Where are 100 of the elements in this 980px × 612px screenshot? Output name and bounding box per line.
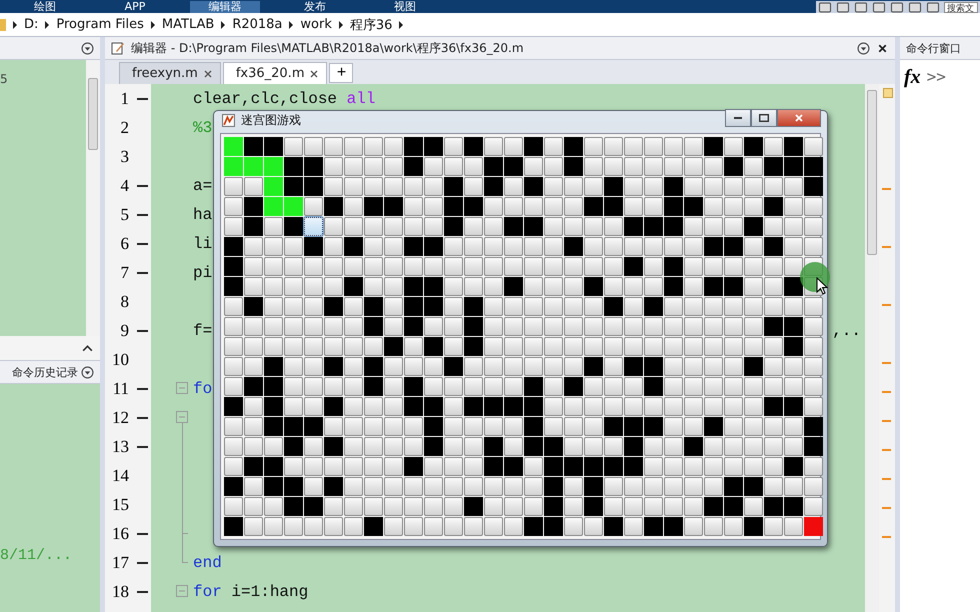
- breakpoint-dash[interactable]: [137, 184, 148, 186]
- warning-marker: [882, 507, 891, 509]
- status-indicator: [883, 88, 893, 98]
- toolbar-icon[interactable]: [908, 2, 922, 13]
- line-number: 8: [120, 292, 129, 312]
- ribbon-tab[interactable]: 编辑器: [190, 1, 260, 13]
- ribbon-tab[interactable]: APP: [100, 1, 170, 13]
- code-line: for i=1:hang: [193, 582, 308, 600]
- fold-icon[interactable]: [176, 382, 188, 394]
- file-name-text: 5: [0, 72, 8, 88]
- breakpoint-dash[interactable]: [137, 272, 148, 274]
- line-number: 16: [111, 524, 129, 544]
- maximize-button[interactable]: [751, 109, 777, 127]
- line-number: 1: [120, 88, 129, 108]
- file-tab[interactable]: fx36_20.m: [222, 62, 328, 84]
- line-number: 3: [120, 146, 129, 166]
- breakpoint-dash[interactable]: [137, 388, 148, 390]
- warning-marker: [882, 536, 891, 538]
- breakpoint-dash[interactable]: [137, 532, 148, 534]
- path-segment[interactable]: Program Files: [56, 17, 144, 32]
- warning-marker: [882, 304, 891, 306]
- toolbar-icon[interactable]: [926, 2, 940, 13]
- line-number: 17: [111, 552, 129, 572]
- line-number: 2: [120, 118, 129, 138]
- code-line: pi: [193, 264, 212, 282]
- path-segment[interactable]: R2018a: [232, 17, 282, 32]
- ribbon-tab[interactable]: 视图: [370, 1, 440, 13]
- dropdown-icon[interactable]: [81, 366, 94, 378]
- breakpoint-dash[interactable]: [137, 416, 148, 418]
- line-number: 11: [112, 378, 129, 398]
- minimize-icon: [734, 117, 742, 119]
- breakpoint-dash[interactable]: [137, 562, 148, 564]
- maximize-icon: [759, 114, 769, 122]
- toolbar-icon[interactable]: [854, 2, 868, 13]
- file-tab[interactable]: freexyn.m: [119, 62, 221, 84]
- app-icon: [222, 114, 235, 126]
- close-icon[interactable]: [876, 42, 889, 54]
- editor-title: 编辑器 - D:\Program Files\MATLAB\R2018a\work\程序36\fx36_20.m: [131, 40, 524, 56]
- chevron-icon[interactable]: [220, 20, 226, 28]
- warning-marker: [882, 188, 891, 190]
- path-segment[interactable]: MATLAB: [162, 17, 214, 32]
- line-number: 7: [120, 262, 129, 282]
- line-number: 6: [120, 234, 129, 254]
- chevron-icon[interactable]: [150, 20, 156, 28]
- warning-marker: [882, 420, 891, 422]
- code-line: clear,clc,close all: [193, 90, 376, 108]
- code-line: li: [193, 234, 212, 252]
- chevron-icon[interactable]: [288, 20, 294, 28]
- warning-marker: [882, 246, 891, 248]
- minimize-button[interactable]: [725, 109, 751, 127]
- close-icon[interactable]: [310, 70, 318, 78]
- function-button[interactable]: fx: [904, 66, 921, 88]
- line-number: 5: [120, 204, 129, 224]
- breakpoint-dash[interactable]: [137, 214, 148, 216]
- toolbar-icon[interactable]: [890, 2, 904, 13]
- close-icon: [795, 114, 803, 122]
- breakpoint-dash[interactable]: [137, 242, 148, 244]
- mouse-cursor-icon: [816, 277, 828, 295]
- ribbon-tab[interactable]: 发布: [280, 1, 350, 13]
- code-line: %3: [193, 118, 212, 136]
- code-line: fo: [193, 380, 212, 398]
- line-number: 18: [111, 582, 129, 602]
- line-number: 9: [120, 320, 129, 340]
- scroll-thumb[interactable]: [867, 90, 877, 255]
- code-line: f=: [193, 322, 212, 340]
- scroll-thumb[interactable]: [88, 78, 98, 150]
- code-line: ha: [193, 206, 212, 224]
- close-button[interactable]: [777, 109, 821, 127]
- path-segment[interactable]: work: [300, 17, 332, 32]
- breakpoint-dash[interactable]: [137, 98, 148, 100]
- panel-title: 命令历史记录: [12, 364, 78, 380]
- add-tab-button[interactable]: +: [329, 63, 354, 83]
- chevron-icon[interactable]: [44, 20, 50, 28]
- dropdown-icon[interactable]: [81, 42, 94, 54]
- toolbar-icon[interactable]: [836, 2, 850, 13]
- command-prompt: >>: [926, 66, 946, 88]
- chevron-icon[interactable]: [12, 20, 18, 28]
- path-segment[interactable]: 程序36: [350, 16, 392, 34]
- warning-marker: [882, 391, 891, 393]
- search-field[interactable]: 搜索文: [944, 2, 978, 13]
- path-segment[interactable]: D:: [24, 17, 38, 32]
- line-number: 15: [111, 494, 129, 514]
- toolbar-icon[interactable]: [872, 2, 886, 13]
- dropdown-icon[interactable]: [857, 42, 870, 54]
- ribbon-tab[interactable]: 绘图: [10, 1, 80, 13]
- code-line: a=: [193, 176, 212, 194]
- breakpoint-dash[interactable]: [137, 590, 148, 592]
- chevron-icon[interactable]: [398, 20, 404, 28]
- line-number: 4: [120, 176, 129, 196]
- fold-icon[interactable]: [176, 411, 188, 423]
- breakpoint-dash[interactable]: [137, 330, 148, 332]
- toolbar-icon[interactable]: [818, 2, 832, 13]
- fold-icon[interactable]: [176, 585, 188, 597]
- chevron-icon[interactable]: [338, 20, 344, 28]
- edit-icon: [111, 41, 125, 55]
- line-number: 14: [111, 466, 129, 486]
- warning-marker: [882, 449, 891, 451]
- line-number: 10: [111, 350, 129, 370]
- line-number: 13: [111, 436, 129, 456]
- breakpoint-dash[interactable]: [137, 446, 148, 448]
